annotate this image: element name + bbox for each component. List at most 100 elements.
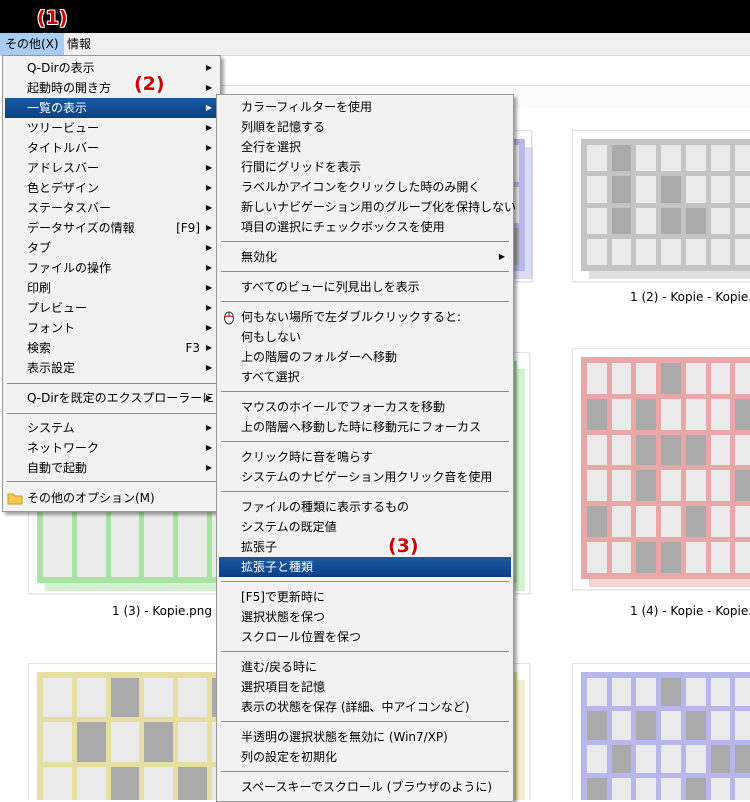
list-view-submenu-item-3[interactable]: 全行を選択 [219, 137, 511, 157]
other-menu-item-18[interactable]: システム ▶ [5, 418, 218, 438]
other-menu-item-8[interactable]: ステータスバー ▶ [5, 198, 218, 218]
list-view-submenu-item-11[interactable]: 何もしない [219, 327, 511, 347]
list-view-submenu-item-7[interactable]: 項目の選択にチェックボックスを使用 [219, 217, 511, 237]
menu-item-label: その他のオプション(M) [27, 491, 155, 505]
list-view-submenu-item-27[interactable]: 表示の状態を保存 (詳細、中アイコンなど) [219, 697, 511, 717]
thumbnail[interactable] [572, 130, 750, 282]
menu-item-label: 表示設定 [27, 361, 76, 375]
list-view-submenu-item-1[interactable]: カラーフィルターを使用 [219, 97, 511, 117]
submenu-arrow-icon: ▶ [205, 203, 212, 212]
menu-item-label: すべて選択 [241, 370, 300, 384]
menu-item-label: 上の階層のフォルダーへ移動 [241, 350, 398, 364]
list-view-submenu-item-2[interactable]: 列順を記憶する [219, 117, 511, 137]
menu-item-label: 一覧の表示 [27, 101, 88, 115]
menu-item-label: アドレスバー [27, 161, 100, 175]
menu-item-label: システムの既定値 [241, 520, 337, 534]
menu-info[interactable]: 情報 [62, 33, 96, 55]
list-view-submenu-item-6[interactable]: 新しいナビゲーション用のグループ化を保持しない [219, 197, 516, 217]
other-menu-item-19[interactable]: ネットワーク ▶ [5, 438, 218, 458]
menu-item-label: ステータスバー [27, 201, 112, 215]
list-view-submenu-item-26[interactable]: 選択項目を記憶 [219, 677, 511, 697]
submenu-arrow-icon: ▶ [205, 303, 212, 312]
list-view-submenu-item-4[interactable]: 行間にグリッドを表示 [219, 157, 511, 177]
other-menu-item-14[interactable]: フォント ▶ [5, 318, 218, 338]
other-menu-item-21[interactable]: その他のオプション(M) [5, 488, 218, 508]
menu-separator [221, 581, 509, 582]
other-menu-item-5[interactable]: タイトルバー ▶ [5, 138, 218, 158]
other-menu-item-13[interactable]: プレビュー ▶ [5, 298, 218, 318]
menu-separator [221, 301, 509, 302]
list-view-submenu-item-23[interactable]: 選択状態を保つ [219, 607, 511, 627]
list-view-submenu-item-8[interactable]: 無効化 ▶ [219, 247, 511, 267]
submenu-arrow-icon: ▶ [205, 103, 212, 112]
menu-item-label: 全行を選択 [241, 140, 302, 154]
list-view-submenu-item-30[interactable]: スペースキーでスクロール (ブラウザのように) [219, 777, 511, 797]
list-view-submenu-item-12[interactable]: 上の階層のフォルダーへ移動 [219, 347, 511, 367]
thumbnail[interactable] [572, 348, 750, 590]
menu-separator [221, 391, 509, 392]
other-menu-item-4[interactable]: ツリービュー ▶ [5, 118, 218, 138]
other-menu-item-10[interactable]: タブ ▶ [5, 238, 218, 258]
submenu-arrow-icon: ▶ [205, 393, 212, 402]
menu-other[interactable]: その他(X) [0, 33, 64, 55]
menu-bar: その他(X) 情報 [0, 33, 750, 56]
thumbnail[interactable] [572, 663, 750, 800]
other-menu-item-16[interactable]: 表示設定 ▶ [5, 358, 218, 378]
list-view-submenu-item-24[interactable]: スクロール位置を保つ [219, 627, 511, 647]
menu-item-label: システムのナビゲーション用クリック音を使用 [241, 470, 493, 484]
folder-icon [7, 490, 23, 506]
other-menu-item-15[interactable]: 検索 F3 ▶ [5, 338, 218, 358]
list-view-submenu-item-16[interactable]: クリック時に音を鳴らす [219, 447, 511, 467]
menu-item-label: タブ [27, 241, 52, 255]
other-menu-item-17[interactable]: Q-Dirを既定のエクスプローラーに ▶ [5, 388, 218, 408]
menu-item-label: 半透明の選択状態を無効に (Win7/XP) [241, 730, 448, 744]
list-view-submenu-item-19[interactable]: システムの既定値 [219, 517, 511, 537]
submenu-arrow-icon: ▶ [205, 63, 212, 72]
list-view-submenu: カラーフィルターを使用列順を記憶する全行を選択行間にグリッドを表示ラベルかアイコ… [216, 94, 516, 802]
menu-separator [221, 721, 509, 722]
other-menu-item-6[interactable]: アドレスバー ▶ [5, 158, 218, 178]
other-menu-item-12[interactable]: 印刷 ▶ [5, 278, 218, 298]
menu-item-label: 検索 [27, 341, 52, 355]
other-menu-item-7[interactable]: 色とデザイン ▶ [5, 178, 218, 198]
other-menu-item-11[interactable]: ファイルの操作 ▶ [5, 258, 218, 278]
other-menu-item-3[interactable]: 一覧の表示 ▶ [5, 98, 218, 118]
submenu-arrow-icon: ▶ [205, 243, 212, 252]
list-view-submenu-item-22[interactable]: [F5]で更新時に [219, 587, 511, 607]
menu-item-label: 起動時の開き方 [27, 81, 112, 95]
list-view-submenu-item-29[interactable]: 列の設定を初期化 [219, 747, 511, 767]
submenu-arrow-icon: ▶ [205, 83, 212, 92]
submenu-arrow-icon: ▶ [498, 252, 505, 261]
list-view-submenu-item-21[interactable]: 拡張子と種類 [219, 557, 511, 577]
step-1-annotation: (1) [37, 7, 68, 29]
list-view-submenu-item-5[interactable]: ラベルかアイコンをクリックした時のみ開く [219, 177, 511, 197]
other-menu-item-9[interactable]: データサイズの情報 [F9] ▶ [5, 218, 218, 238]
submenu-arrow-icon: ▶ [205, 263, 212, 272]
menu-item-label: 拡張子 [241, 540, 278, 554]
list-view-submenu-item-28[interactable]: 半透明の選択状態を無効に (Win7/XP) [219, 727, 511, 747]
menu-item-label: Q-Dirを既定のエクスプローラーに [27, 391, 215, 405]
menu-separator [7, 481, 216, 482]
menu-item-label: [F5]で更新時に [241, 590, 325, 604]
menu-item-label: カラーフィルターを使用 [241, 100, 373, 114]
list-view-submenu-item-20[interactable]: 拡張子 [219, 537, 511, 557]
menu-separator [221, 241, 509, 242]
menu-item-label: ツリービュー [27, 121, 100, 135]
list-view-submenu-item-18[interactable]: ファイルの種類に表示するもの [219, 497, 511, 517]
list-view-submenu-item-13[interactable]: すべて選択 [219, 367, 511, 387]
menu-item-shortcut: F3 [185, 341, 200, 355]
other-menu-item-2[interactable]: 起動時の開き方 ▶ [5, 78, 218, 98]
submenu-arrow-icon: ▶ [205, 123, 212, 132]
list-view-submenu-item-25[interactable]: 進む/戻る時に [219, 657, 511, 677]
menu-separator [7, 383, 216, 384]
list-view-submenu-item-9[interactable]: すべてのビューに列見出しを表示 [219, 277, 511, 297]
menu-item-label: 自動で起動 [27, 461, 88, 475]
menu-item-label: 何もない場所で左ダブルクリックすると: [241, 310, 462, 324]
other-menu-item-20[interactable]: 自動で起動 ▶ [5, 458, 218, 478]
list-view-submenu-item-15[interactable]: 上の階層へ移動した時に移動元にフォーカス [219, 417, 511, 437]
list-view-submenu-item-10[interactable]: 何もない場所で左ダブルクリックすると: [219, 307, 511, 327]
list-view-submenu-item-14[interactable]: マウスのホイールでフォーカスを移動 [219, 397, 511, 417]
other-menu-item-1[interactable]: Q-Dirの表示 ▶ [5, 58, 218, 78]
list-view-submenu-item-17[interactable]: システムのナビゲーション用クリック音を使用 [219, 467, 511, 487]
menu-item-label: 行間にグリッドを表示 [241, 160, 362, 174]
